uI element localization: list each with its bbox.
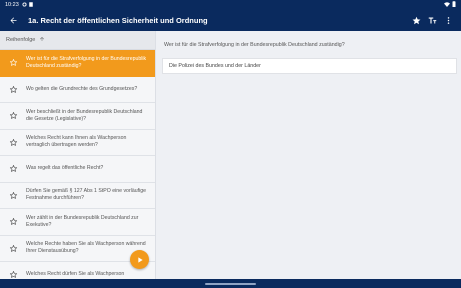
status-time: 10:23 — [5, 2, 19, 8]
star-outline-icon[interactable] — [0, 58, 26, 67]
sort-header[interactable]: Reihenfolge — [0, 31, 155, 50]
home-indicator[interactable] — [205, 282, 256, 285]
question-list: Wer ist für die Strafverfolgung in der B… — [0, 50, 155, 279]
star-outline-icon[interactable] — [0, 191, 26, 200]
list-item[interactable]: Wer zählt in der Bundesrepublik Deutschl… — [0, 209, 155, 236]
list-item-label: Was regelt das öffentliche Recht? — [26, 165, 104, 172]
list-item-label: Welches Recht dürfen Sie als Wachperson — [26, 271, 125, 278]
status-bar: 10:23 — [0, 0, 461, 10]
list-item[interactable]: Wo gelten die Grundrechte des Grundgeset… — [0, 76, 155, 103]
page-title: 1a. Recht der öffentlichen Sicherheit un… — [28, 16, 208, 25]
list-item-label: Welches Recht kann Ihnen als Wachperson … — [26, 135, 127, 149]
list-item-label: Wer beschließt in der Bundesrepublik Deu… — [26, 108, 143, 122]
sim-icon — [29, 1, 33, 9]
settings-icon — [22, 1, 27, 9]
star-outline-icon[interactable] — [0, 85, 26, 94]
wifi-icon — [444, 1, 450, 9]
more-vert-icon[interactable] — [442, 14, 455, 27]
star-icon[interactable] — [410, 14, 423, 27]
sort-label: Reihenfolge — [6, 37, 36, 43]
list-item[interactable]: Dürfen Sie gemäß § 127 Abs 1 StPO eine v… — [0, 182, 155, 209]
list-item-label: Wo gelten die Grundrechte des Grundgeset… — [26, 85, 138, 92]
play-icon — [137, 256, 143, 263]
play-button[interactable] — [130, 250, 149, 269]
arrow-up-icon — [39, 36, 45, 44]
star-outline-icon[interactable] — [0, 244, 26, 253]
list-item-label: Wer ist für die Strafverfolgung in der B… — [26, 55, 147, 69]
star-outline-icon[interactable] — [0, 138, 26, 147]
navigation-bar — [0, 279, 461, 288]
battery-icon — [452, 1, 456, 9]
app-bar: 1a. Recht der öffentlichen Sicherheit un… — [0, 10, 461, 31]
star-outline-icon[interactable] — [0, 217, 26, 226]
list-item[interactable]: Wer beschließt in der Bundesrepublik Deu… — [0, 103, 155, 130]
back-arrow-icon[interactable] — [3, 10, 23, 31]
answer-text: Die Polizei des Bundes und der Länder — [169, 63, 261, 69]
list-item[interactable]: Was regelt das öffentliche Recht? — [0, 156, 155, 183]
list-item-label: Wer zählt in der Bundesrepublik Deutschl… — [26, 214, 139, 228]
list-item[interactable]: Welches Recht kann Ihnen als Wachperson … — [0, 129, 155, 156]
list-item[interactable]: Wer ist für die Strafverfolgung in der B… — [0, 50, 155, 77]
question-list-panel: Reihenfolge Wer ist für die Strafverfolg… — [0, 31, 156, 279]
star-outline-icon[interactable] — [0, 164, 26, 173]
answer-box: Die Polizei des Bundes und der Länder — [162, 58, 457, 74]
question-text: Wer ist für die Strafverfolgung in der B… — [164, 42, 345, 48]
text-size-icon[interactable] — [426, 14, 439, 27]
detail-pane: Wer ist für die Strafverfolgung in der B… — [157, 31, 461, 279]
list-item-label: Dürfen Sie gemäß § 127 Abs 1 StPO eine v… — [26, 188, 146, 202]
star-outline-icon[interactable] — [0, 270, 26, 279]
star-outline-icon[interactable] — [0, 111, 26, 120]
